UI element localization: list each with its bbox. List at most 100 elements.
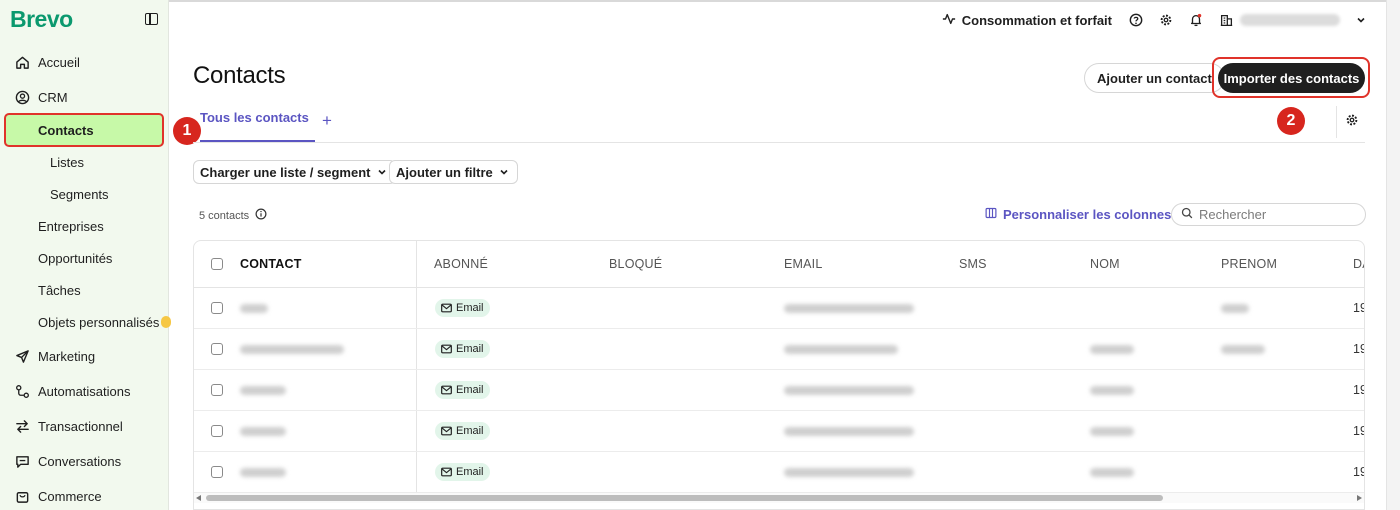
sidebar-item-label: Contacts <box>38 122 94 138</box>
lastname-redacted <box>1090 468 1134 477</box>
sidebar-item-accueil[interactable]: Accueil <box>0 46 169 78</box>
help-icon[interactable] <box>1128 12 1144 28</box>
add-filter-dropdown[interactable]: Ajouter un filtre <box>389 160 518 184</box>
tab-tous-les-contacts[interactable]: Tous les contacts <box>200 110 309 125</box>
load-list-dropdown[interactable]: Charger une liste / segment <box>193 160 396 184</box>
contact-count-label: 5 contacts <box>199 209 250 222</box>
info-icon[interactable] <box>255 208 267 223</box>
sidebar-collapse-icon[interactable] <box>145 13 158 25</box>
row-checkbox[interactable] <box>211 343 223 355</box>
table-settings-button[interactable] <box>1336 106 1366 138</box>
sidebar-item-label: Marketing <box>38 348 96 364</box>
column-header-bloque[interactable]: BLOQUÉ <box>609 257 662 271</box>
import-contacts-button[interactable]: Importer des contacts <box>1218 63 1365 93</box>
select-all-checkbox[interactable] <box>211 258 223 270</box>
tabs-divider <box>193 142 1365 143</box>
sidebar-item-automatisations[interactable]: Automatisations <box>0 375 169 407</box>
date-cell: 19 <box>1353 424 1364 438</box>
table-row[interactable]: Email 19 <box>194 452 1364 493</box>
add-filter-label: Ajouter un filtre <box>396 164 493 180</box>
sidebar-item-opportunites[interactable]: Opportunités <box>0 242 169 274</box>
sidebar-item-taches[interactable]: Tâches <box>0 274 169 306</box>
row-checkbox[interactable] <box>211 425 223 437</box>
usage-link[interactable]: Consommation et forfait <box>942 12 1112 29</box>
table-row[interactable]: Email 19 <box>194 288 1364 329</box>
page-scrollbar[interactable] <box>1386 0 1400 510</box>
scrollbar-thumb[interactable] <box>206 495 1163 501</box>
row-checkbox[interactable] <box>211 384 223 396</box>
firstname-redacted <box>1221 345 1265 354</box>
sidebar-item-label: Segments <box>50 186 109 202</box>
email-redacted <box>784 468 914 477</box>
sidebar-item-label: Objets personnalisés <box>38 314 160 330</box>
lastname-redacted <box>1090 427 1134 436</box>
sidebar-item-listes[interactable]: Listes <box>0 146 169 178</box>
row-checkbox[interactable] <box>211 466 223 478</box>
sidebar-item-objets-personnalises[interactable]: Objets personnalisés <box>0 306 171 338</box>
search-field[interactable] <box>1171 203 1366 226</box>
topbar: Consommation et forfait <box>942 10 1366 30</box>
top-divider <box>169 0 1400 2</box>
new-badge-icon <box>161 316 171 328</box>
sidebar-item-label: Commerce <box>38 488 102 504</box>
sidebar-item-conversations[interactable]: Conversations <box>0 445 169 477</box>
table-row[interactable]: Email 19 <box>194 411 1364 452</box>
account-name-redacted[interactable] <box>1240 14 1340 26</box>
email-redacted <box>784 345 898 354</box>
gear-icon[interactable] <box>1158 12 1174 28</box>
bag-icon <box>14 488 30 504</box>
contact-name-redacted[interactable] <box>240 304 268 313</box>
step-marker-2: 2 <box>1277 107 1305 135</box>
sidebar-item-commerce[interactable]: Commerce <box>0 480 169 510</box>
sidebar-item-crm[interactable]: CRM <box>0 81 169 113</box>
column-header-email[interactable]: EMAIL <box>784 257 823 271</box>
column-header-abonne[interactable]: ABONNÉ <box>434 257 488 271</box>
load-list-label: Charger une liste / segment <box>200 164 371 180</box>
columns-icon <box>985 207 997 222</box>
table-row[interactable]: Email 19 <box>194 370 1364 411</box>
building-icon[interactable] <box>1218 12 1234 28</box>
sidebar-item-entreprises[interactable]: Entreprises <box>0 210 169 242</box>
user-circle-icon <box>14 89 30 105</box>
mail-icon <box>441 385 452 395</box>
brevo-logo[interactable]: Brevo <box>10 6 73 33</box>
table-row[interactable]: Email 19 <box>194 329 1364 370</box>
badge-label: Email <box>456 384 484 396</box>
column-header-prenom[interactable]: PRENOM <box>1221 257 1277 271</box>
column-header-contact[interactable]: CONTACT <box>240 257 302 271</box>
chat-icon <box>14 453 30 469</box>
contact-count: 5 contacts <box>199 208 267 223</box>
notification-bell-icon[interactable] <box>1188 12 1204 28</box>
contact-name-redacted[interactable] <box>240 468 286 477</box>
sidebar-item-label: Transactionnel <box>38 418 123 434</box>
badge-label: Email <box>456 302 484 314</box>
sidebar-item-label: Entreprises <box>38 218 104 234</box>
contact-name-redacted[interactable] <box>240 386 286 395</box>
sidebar-item-contacts[interactable]: Contacts <box>4 113 164 147</box>
chevron-down-icon[interactable] <box>1356 13 1366 28</box>
add-tab-button[interactable]: + <box>322 110 332 132</box>
sidebar-item-marketing[interactable]: Marketing <box>0 340 169 372</box>
date-cell: 19 <box>1353 465 1364 479</box>
scroll-right-icon[interactable] <box>1357 495 1362 501</box>
sidebar-item-transactionnel[interactable]: Transactionnel <box>0 410 169 442</box>
customize-columns-link[interactable]: Personnaliser les colonnes <box>985 207 1171 222</box>
sidebar-item-label: Opportunités <box>38 250 113 266</box>
column-header-sms[interactable]: SMS <box>959 257 987 271</box>
contacts-table: CONTACT ABONNÉ BLOQUÉ EMAIL SMS NOM PREN… <box>193 240 1365 510</box>
step-marker-1: 1 <box>173 117 201 145</box>
column-header-nom[interactable]: NOM <box>1090 257 1120 271</box>
mail-icon <box>441 467 452 477</box>
contact-name-redacted[interactable] <box>240 345 344 354</box>
contact-name-redacted[interactable] <box>240 427 286 436</box>
column-header-date[interactable]: DA <box>1353 257 1364 271</box>
row-checkbox[interactable] <box>211 302 223 314</box>
scroll-left-icon[interactable] <box>196 495 201 501</box>
sidebar: Brevo Accueil CRM Contacts Listes Segmen… <box>0 0 171 510</box>
add-contact-button[interactable]: Ajouter un contact <box>1084 63 1225 93</box>
usage-label: Consommation et forfait <box>961 12 1112 28</box>
sidebar-item-label: Accueil <box>38 54 80 70</box>
horizontal-scrollbar[interactable] <box>194 493 1364 503</box>
sidebar-item-segments[interactable]: Segments <box>0 178 169 210</box>
search-input[interactable] <box>1199 207 1359 222</box>
